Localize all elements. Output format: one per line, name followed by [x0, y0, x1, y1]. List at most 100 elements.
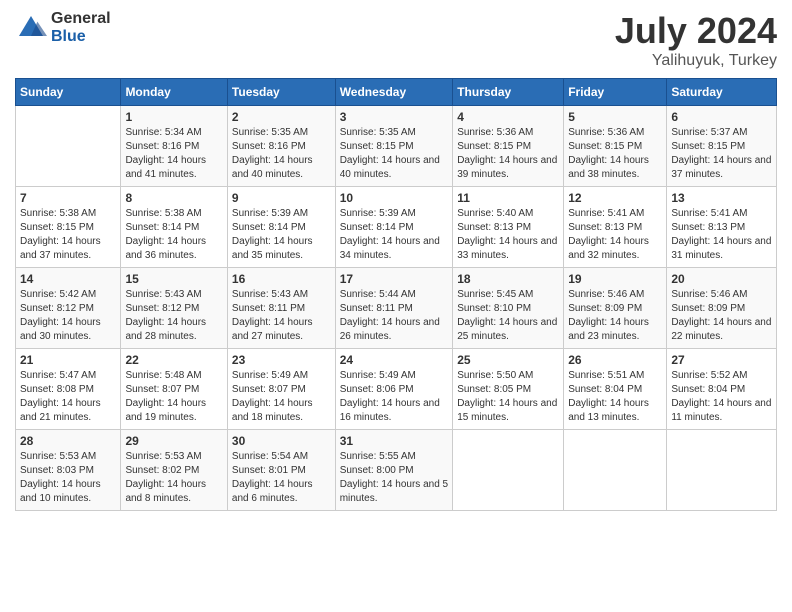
sunrise: Sunrise: 5:41 AM [568, 208, 644, 219]
day-cell: 25 Sunrise: 5:50 AM Sunset: 8:05 PM Dayl… [453, 349, 564, 430]
sunset: Sunset: 8:11 PM [232, 303, 305, 314]
day-info: Sunrise: 5:54 AM Sunset: 8:01 PM Dayligh… [232, 450, 331, 506]
day-info: Sunrise: 5:43 AM Sunset: 8:11 PM Dayligh… [232, 288, 331, 344]
page-container: General Blue July 2024 Yalihuyuk, Turkey… [0, 0, 792, 521]
sunrise: Sunrise: 5:42 AM [20, 289, 96, 300]
day-cell: 8 Sunrise: 5:38 AM Sunset: 8:14 PM Dayli… [121, 187, 227, 268]
day-cell: 2 Sunrise: 5:35 AM Sunset: 8:16 PM Dayli… [227, 106, 335, 187]
day-cell: 1 Sunrise: 5:34 AM Sunset: 8:16 PM Dayli… [121, 106, 227, 187]
sunrise: Sunrise: 5:51 AM [568, 370, 644, 381]
sunrise: Sunrise: 5:55 AM [340, 451, 416, 462]
week-row-5: 28 Sunrise: 5:53 AM Sunset: 8:03 PM Dayl… [16, 430, 777, 511]
day-number: 17 [340, 272, 449, 286]
sunset: Sunset: 8:16 PM [125, 141, 199, 152]
sunset: Sunset: 8:15 PM [340, 141, 414, 152]
col-wednesday: Wednesday [335, 79, 453, 106]
daylight: Daylight: 14 hours and 36 minutes. [125, 236, 206, 261]
logo: General Blue [15, 10, 111, 45]
day-cell: 16 Sunrise: 5:43 AM Sunset: 8:11 PM Dayl… [227, 268, 335, 349]
day-info: Sunrise: 5:40 AM Sunset: 8:13 PM Dayligh… [457, 207, 559, 263]
day-cell: 18 Sunrise: 5:45 AM Sunset: 8:10 PM Dayl… [453, 268, 564, 349]
sunset: Sunset: 8:15 PM [671, 141, 745, 152]
sunset: Sunset: 8:11 PM [340, 303, 413, 314]
day-cell [453, 430, 564, 511]
sunrise: Sunrise: 5:45 AM [457, 289, 533, 300]
day-number: 2 [232, 110, 331, 124]
day-cell: 13 Sunrise: 5:41 AM Sunset: 8:13 PM Dayl… [667, 187, 777, 268]
col-friday: Friday [564, 79, 667, 106]
day-cell: 5 Sunrise: 5:36 AM Sunset: 8:15 PM Dayli… [564, 106, 667, 187]
day-cell: 31 Sunrise: 5:55 AM Sunset: 8:00 PM Dayl… [335, 430, 453, 511]
day-info: Sunrise: 5:46 AM Sunset: 8:09 PM Dayligh… [568, 288, 662, 344]
day-info: Sunrise: 5:39 AM Sunset: 8:14 PM Dayligh… [232, 207, 331, 263]
day-number: 21 [20, 353, 116, 367]
day-info: Sunrise: 5:35 AM Sunset: 8:15 PM Dayligh… [340, 126, 449, 182]
day-number: 26 [568, 353, 662, 367]
sunrise: Sunrise: 5:39 AM [232, 208, 308, 219]
day-info: Sunrise: 5:36 AM Sunset: 8:15 PM Dayligh… [568, 126, 662, 182]
day-cell: 15 Sunrise: 5:43 AM Sunset: 8:12 PM Dayl… [121, 268, 227, 349]
daylight: Daylight: 14 hours and 31 minutes. [671, 236, 771, 261]
day-info: Sunrise: 5:43 AM Sunset: 8:12 PM Dayligh… [125, 288, 222, 344]
day-info: Sunrise: 5:44 AM Sunset: 8:11 PM Dayligh… [340, 288, 449, 344]
sunset: Sunset: 8:04 PM [568, 384, 642, 395]
daylight: Daylight: 14 hours and 6 minutes. [232, 479, 313, 504]
day-number: 5 [568, 110, 662, 124]
day-info: Sunrise: 5:48 AM Sunset: 8:07 PM Dayligh… [125, 369, 222, 425]
sunset: Sunset: 8:13 PM [671, 222, 745, 233]
daylight: Daylight: 14 hours and 28 minutes. [125, 317, 206, 342]
day-number: 11 [457, 191, 559, 205]
day-number: 16 [232, 272, 331, 286]
day-cell: 9 Sunrise: 5:39 AM Sunset: 8:14 PM Dayli… [227, 187, 335, 268]
col-saturday: Saturday [667, 79, 777, 106]
sunrise: Sunrise: 5:49 AM [340, 370, 416, 381]
header-row: Sunday Monday Tuesday Wednesday Thursday… [16, 79, 777, 106]
main-title: July 2024 [615, 10, 777, 52]
daylight: Daylight: 14 hours and 32 minutes. [568, 236, 649, 261]
day-cell: 27 Sunrise: 5:52 AM Sunset: 8:04 PM Dayl… [667, 349, 777, 430]
sunset: Sunset: 8:14 PM [125, 222, 199, 233]
sunrise: Sunrise: 5:37 AM [671, 127, 747, 138]
logo-text: General Blue [51, 10, 111, 45]
daylight: Daylight: 14 hours and 25 minutes. [457, 317, 557, 342]
day-cell: 3 Sunrise: 5:35 AM Sunset: 8:15 PM Dayli… [335, 106, 453, 187]
day-info: Sunrise: 5:42 AM Sunset: 8:12 PM Dayligh… [20, 288, 116, 344]
day-number: 7 [20, 191, 116, 205]
day-number: 22 [125, 353, 222, 367]
day-cell: 26 Sunrise: 5:51 AM Sunset: 8:04 PM Dayl… [564, 349, 667, 430]
day-cell: 7 Sunrise: 5:38 AM Sunset: 8:15 PM Dayli… [16, 187, 121, 268]
day-number: 12 [568, 191, 662, 205]
day-number: 30 [232, 434, 331, 448]
sunrise: Sunrise: 5:54 AM [232, 451, 308, 462]
day-number: 10 [340, 191, 449, 205]
day-number: 6 [671, 110, 772, 124]
sunrise: Sunrise: 5:46 AM [671, 289, 747, 300]
day-info: Sunrise: 5:37 AM Sunset: 8:15 PM Dayligh… [671, 126, 772, 182]
sunrise: Sunrise: 5:46 AM [568, 289, 644, 300]
day-cell: 30 Sunrise: 5:54 AM Sunset: 8:01 PM Dayl… [227, 430, 335, 511]
day-info: Sunrise: 5:53 AM Sunset: 8:03 PM Dayligh… [20, 450, 116, 506]
sunset: Sunset: 8:13 PM [568, 222, 642, 233]
day-info: Sunrise: 5:46 AM Sunset: 8:09 PM Dayligh… [671, 288, 772, 344]
sunset: Sunset: 8:02 PM [125, 465, 199, 476]
sunset: Sunset: 8:04 PM [671, 384, 745, 395]
day-cell: 10 Sunrise: 5:39 AM Sunset: 8:14 PM Dayl… [335, 187, 453, 268]
week-row-3: 14 Sunrise: 5:42 AM Sunset: 8:12 PM Dayl… [16, 268, 777, 349]
sunset: Sunset: 8:12 PM [125, 303, 199, 314]
col-monday: Monday [121, 79, 227, 106]
calendar-table: Sunday Monday Tuesday Wednesday Thursday… [15, 78, 777, 511]
sunset: Sunset: 8:06 PM [340, 384, 414, 395]
sunset: Sunset: 8:07 PM [125, 384, 199, 395]
sunset: Sunset: 8:01 PM [232, 465, 306, 476]
day-info: Sunrise: 5:51 AM Sunset: 8:04 PM Dayligh… [568, 369, 662, 425]
daylight: Daylight: 14 hours and 41 minutes. [125, 155, 206, 180]
day-cell: 12 Sunrise: 5:41 AM Sunset: 8:13 PM Dayl… [564, 187, 667, 268]
day-number: 23 [232, 353, 331, 367]
day-cell [564, 430, 667, 511]
daylight: Daylight: 14 hours and 22 minutes. [671, 317, 771, 342]
day-number: 3 [340, 110, 449, 124]
day-cell: 4 Sunrise: 5:36 AM Sunset: 8:15 PM Dayli… [453, 106, 564, 187]
daylight: Daylight: 14 hours and 37 minutes. [20, 236, 101, 261]
day-cell: 11 Sunrise: 5:40 AM Sunset: 8:13 PM Dayl… [453, 187, 564, 268]
subtitle: Yalihuyuk, Turkey [615, 52, 777, 70]
